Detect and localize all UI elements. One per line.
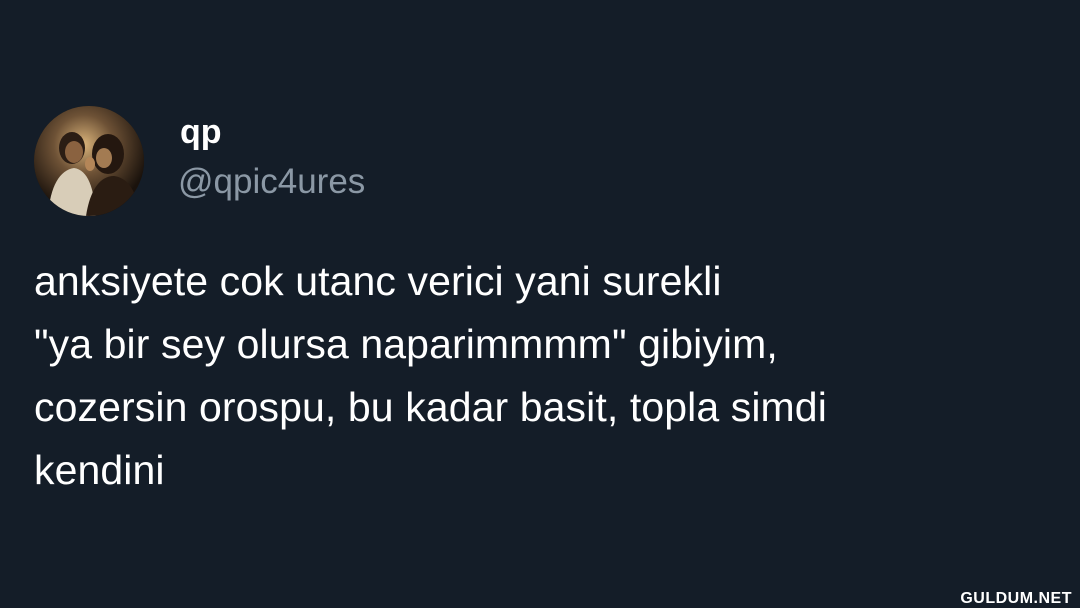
- watermark: GULDUM.NET: [960, 590, 1072, 607]
- tweet-text: anksiyete cok utanc verici yani surekli …: [34, 258, 827, 493]
- user-handle[interactable]: @qpic4ures: [178, 160, 365, 204]
- tweet-card: qp @qpic4ures anksiyete cok utanc verici…: [0, 0, 1080, 608]
- avatar[interactable]: [34, 106, 144, 216]
- avatar-photo: [34, 106, 144, 216]
- display-name[interactable]: qp: [180, 112, 222, 152]
